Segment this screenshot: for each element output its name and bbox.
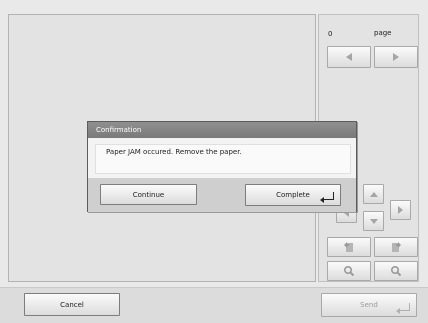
zoom-in-icon: [390, 265, 402, 277]
zoom-out-button[interactable]: [327, 261, 371, 281]
rotate-right-icon: [392, 242, 401, 252]
complete-label: Complete: [276, 191, 310, 199]
scroll-right-button[interactable]: [390, 200, 411, 220]
rotate-left-icon: [344, 242, 353, 252]
send-label: Send: [360, 301, 378, 309]
arrow-right-icon: [393, 53, 399, 61]
enter-icon: [396, 303, 410, 314]
cancel-label: Cancel: [60, 300, 84, 309]
enter-icon: [320, 192, 334, 203]
arrow-up-icon: [369, 191, 378, 197]
continue-button[interactable]: Continue: [100, 184, 197, 205]
zoom-in-button[interactable]: [374, 261, 418, 281]
page-counter-label: page: [374, 29, 392, 37]
prev-page-button[interactable]: [327, 46, 371, 68]
send-button[interactable]: Send: [321, 293, 417, 317]
continue-label: Continue: [132, 190, 165, 199]
confirmation-dialog: Confirmation Paper JAM occured. Remove t…: [87, 121, 357, 212]
arrow-down-icon: [369, 218, 378, 224]
scroll-down-button[interactable]: [363, 211, 384, 231]
page-counter-value: 0: [328, 30, 333, 38]
zoom-out-icon: [343, 265, 355, 277]
arrow-right-icon: [398, 206, 403, 214]
complete-button[interactable]: Complete: [245, 184, 341, 206]
rotate-right-button[interactable]: [374, 237, 418, 257]
arrow-left-icon: [346, 53, 352, 61]
scroll-up-button[interactable]: [363, 184, 384, 204]
dialog-title: Confirmation: [88, 122, 356, 138]
next-page-button[interactable]: [374, 46, 418, 68]
dialog-message: Paper JAM occured. Remove the paper.: [95, 144, 351, 174]
cancel-button[interactable]: Cancel: [24, 293, 120, 316]
rotate-left-button[interactable]: [327, 237, 371, 257]
